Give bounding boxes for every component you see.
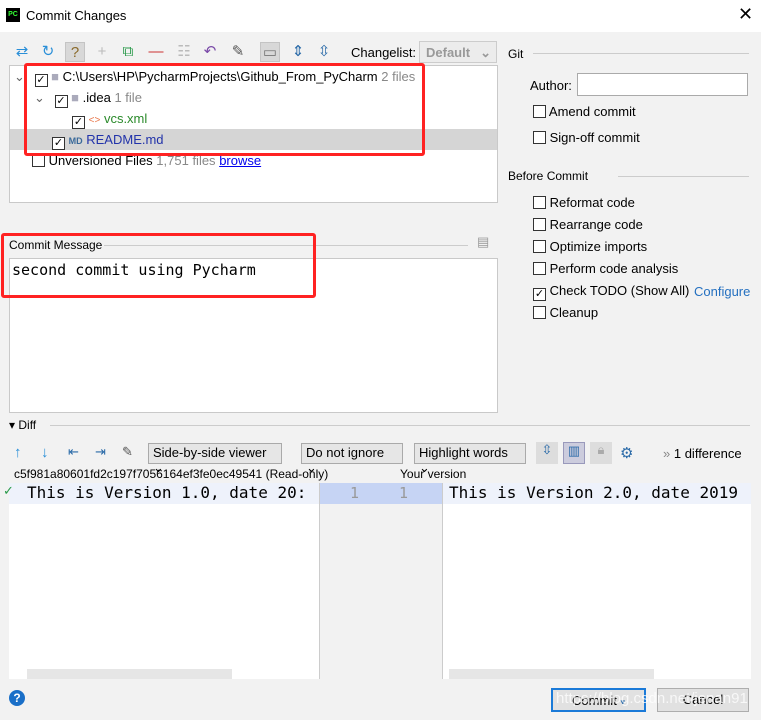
divider: [618, 176, 749, 177]
cleanup-checkbox[interactable]: Cleanup: [533, 305, 598, 320]
divider: [50, 425, 750, 426]
checkbox: [533, 240, 546, 253]
rollback-icon[interactable]: ↶: [200, 42, 220, 62]
checkbox: [533, 196, 546, 209]
option-label: Check TODO (Show All): [549, 283, 690, 298]
lock-icon[interactable]: 🔒︎: [590, 442, 612, 464]
highlight-dropdown[interactable]: Highlight words ⌄: [414, 443, 526, 475]
right-line: This is Version 2.0, date 2019: [443, 483, 751, 504]
add-icon[interactable]: +: [92, 42, 112, 62]
ignore-value: Do not ignore: [306, 445, 385, 460]
checkbox: [533, 262, 546, 275]
horizontal-scrollbar[interactable]: [449, 669, 654, 679]
checkbox: [533, 105, 546, 118]
left-editor[interactable]: This is Version 1.0, date 20:: [9, 483, 319, 679]
collapse-unchanged-icon[interactable]: ⇳: [536, 442, 558, 464]
group-icon[interactable]: ☷: [174, 42, 194, 62]
option-label: Amend commit: [548, 104, 636, 119]
highlight-value: Highlight words: [419, 445, 508, 460]
option-label: Perform code analysis: [549, 261, 679, 276]
title-bar: PC Commit Changes ✕: [0, 0, 761, 32]
edit-source-icon[interactable]: ✎: [228, 42, 248, 62]
right-line-number: 1: [399, 484, 409, 502]
right-editor[interactable]: This is Version 2.0, date 2019: [443, 483, 751, 679]
option-label: Sign-off commit: [549, 130, 640, 145]
pycharm-logo: PC: [6, 8, 20, 22]
checkbox: [533, 306, 546, 319]
checkbox: ✓: [533, 288, 546, 301]
prev-diff-icon[interactable]: ↑: [14, 444, 22, 461]
close-icon[interactable]: ✕: [738, 4, 753, 25]
option-label: Reformat code: [549, 195, 635, 210]
expand-all-icon[interactable]: ⇕: [288, 42, 308, 62]
code-analysis-checkbox[interactable]: Perform code analysis: [533, 261, 678, 276]
line-number-gutter: 11: [319, 483, 443, 679]
horizontal-scrollbar[interactable]: [27, 669, 232, 679]
left-line-number: 1: [350, 484, 360, 502]
unversioned-icon[interactable]: ?: [65, 42, 85, 62]
left-line: This is Version 1.0, date 20:: [9, 483, 319, 504]
check-icon: ✓: [3, 483, 14, 498]
right-title: Your version: [400, 467, 467, 481]
remove-icon[interactable]: —: [146, 42, 166, 62]
next-file-icon[interactable]: ⇥: [95, 444, 106, 460]
optimize-imports-checkbox[interactable]: Optimize imports: [533, 239, 647, 254]
gear-icon[interactable]: ⚙: [620, 444, 633, 462]
configure-link[interactable]: Configure: [694, 284, 750, 299]
edit-source-icon[interactable]: ✎: [122, 444, 133, 460]
author-label: Author:: [530, 78, 572, 93]
option-label: Optimize imports: [549, 239, 648, 254]
show-diff-icon[interactable]: ⇄: [12, 42, 32, 62]
diff-label: Diff: [18, 418, 37, 432]
divider: [533, 53, 749, 54]
viewer-dropdown[interactable]: Side-by-side viewer ⌄: [148, 443, 282, 475]
diff-header[interactable]: ▾ Diff: [9, 418, 36, 432]
signoff-commit-checkbox[interactable]: Sign-off commit: [533, 130, 640, 145]
chevron-down-icon: ⌄: [480, 45, 491, 60]
changelist-dropdown[interactable]: Default ⌄: [419, 41, 497, 63]
next-diff-icon[interactable]: ↓: [41, 444, 49, 461]
ignore-dropdown[interactable]: Do not ignore ⌄: [301, 443, 403, 475]
differences-label: 1 difference: [673, 446, 742, 461]
highlight-box: [1, 233, 316, 298]
changelist-value: Default: [426, 45, 471, 60]
refresh-icon[interactable]: ↻: [38, 42, 58, 62]
option-label: Cleanup: [549, 305, 599, 320]
author-input[interactable]: [577, 73, 748, 96]
left-title: c5f981a80601fd2c197f7056164ef3fe0ec49541…: [14, 467, 329, 481]
move-icon[interactable]: ⧉: [118, 42, 138, 62]
watermark: https://blog.csdn.net/jenan91: [556, 690, 748, 707]
group-by-directory-icon[interactable]: ▭: [260, 42, 280, 62]
sync-scroll-icon[interactable]: ▥: [563, 442, 585, 464]
history-icon[interactable]: ▤: [477, 234, 489, 250]
double-chevron-icon: »: [663, 446, 671, 461]
checkbox: [533, 218, 546, 231]
viewer-value: Side-by-side viewer: [153, 445, 267, 460]
help-icon[interactable]: ?: [9, 690, 25, 706]
checkbox: [533, 131, 546, 144]
highlight-box: [24, 63, 425, 156]
before-commit-header: Before Commit: [508, 169, 589, 183]
option-label: Rearrange code: [549, 217, 643, 232]
rearrange-code-checkbox[interactable]: Rearrange code: [533, 217, 643, 232]
window-title: Commit Changes: [26, 8, 127, 23]
amend-commit-checkbox[interactable]: Amend commit: [533, 104, 636, 119]
git-header: Git: [508, 47, 524, 61]
collapse-all-icon[interactable]: ⇳: [314, 42, 334, 62]
prev-file-icon[interactable]: ⇤: [68, 444, 79, 460]
check-todo-checkbox[interactable]: ✓ Check TODO (Show All): [533, 283, 689, 301]
differences-count: » 1 difference: [663, 446, 742, 461]
changelist-label: Changelist:: [351, 45, 417, 60]
reformat-code-checkbox[interactable]: Reformat code: [533, 195, 635, 210]
